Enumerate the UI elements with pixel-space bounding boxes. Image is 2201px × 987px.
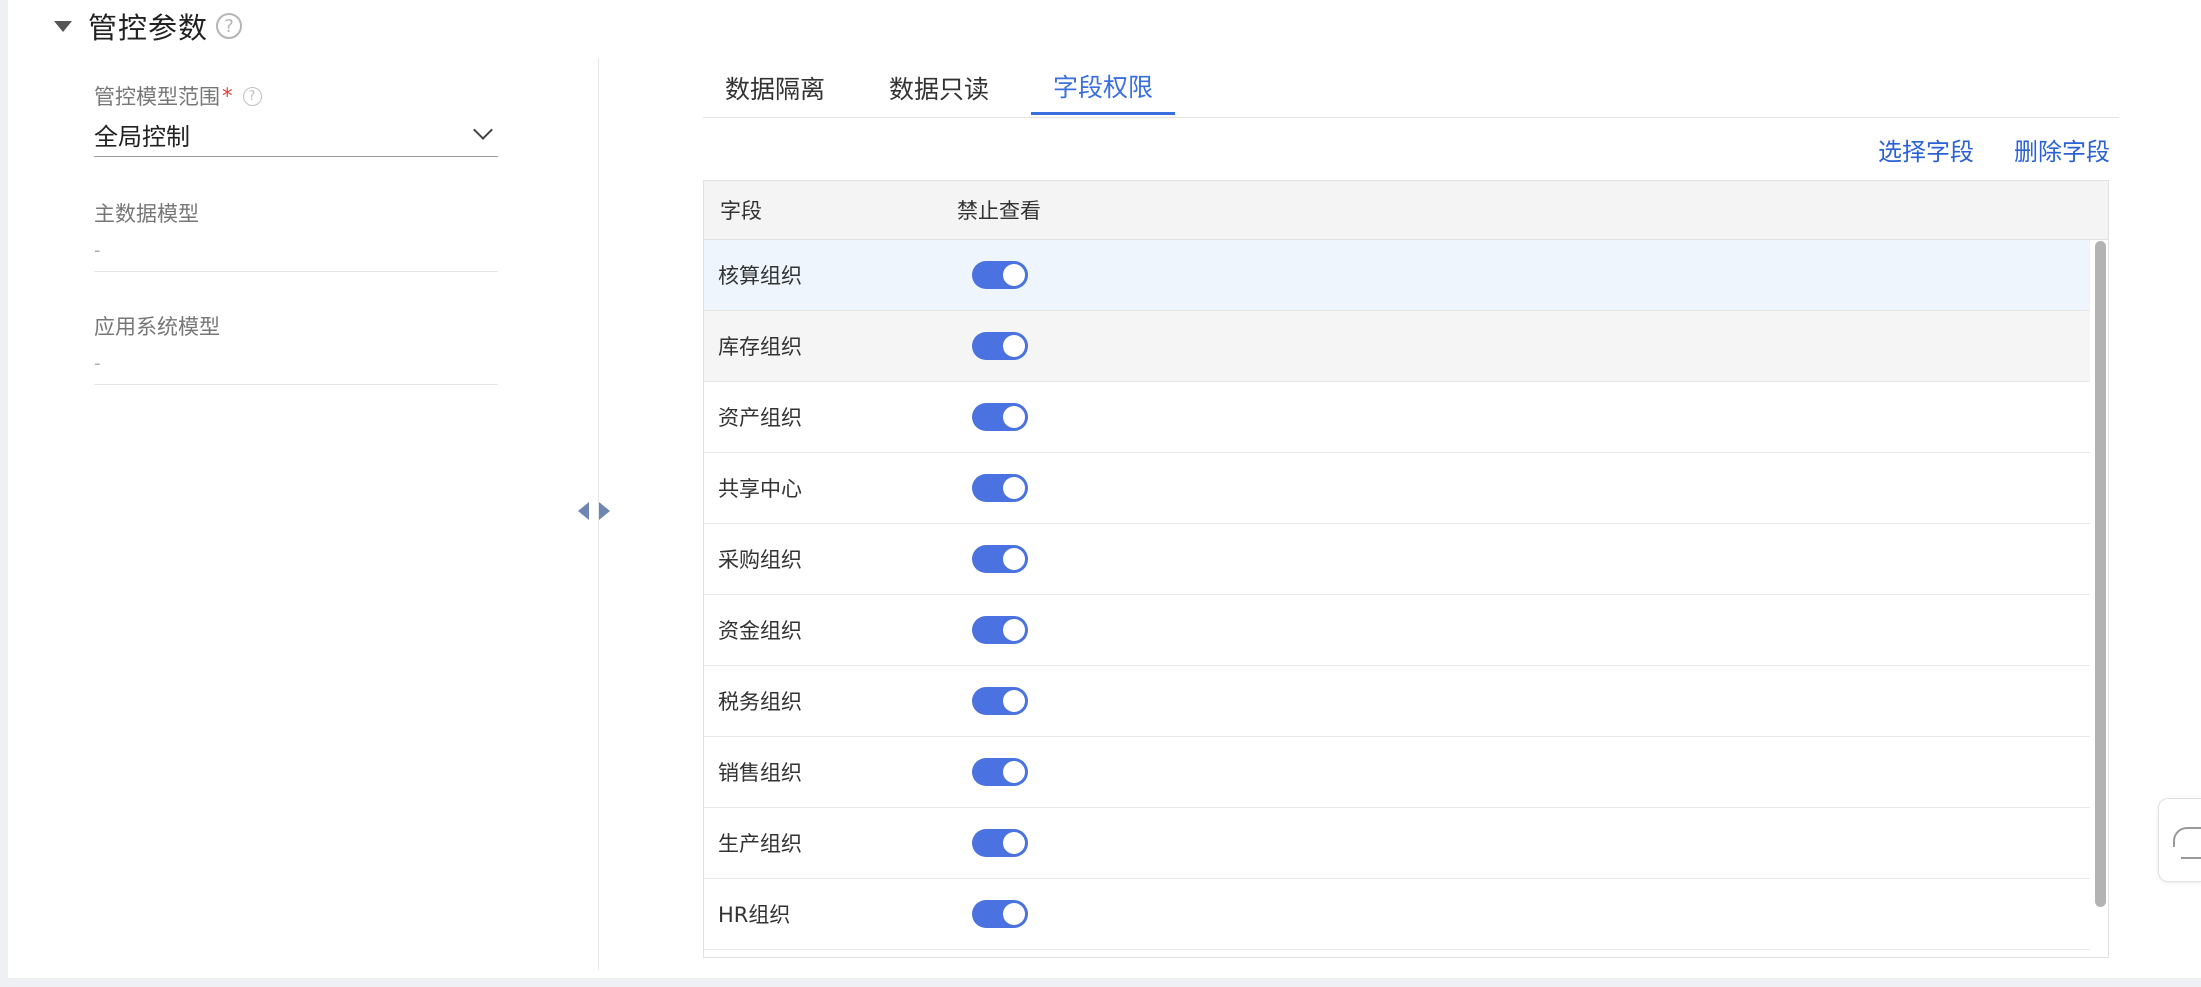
tab-data-isolation[interactable]: 数据隔离 <box>703 60 847 115</box>
field-name: 共享中心 <box>718 477 802 501</box>
toggle-knob <box>1003 264 1025 286</box>
forbid-view-toggle[interactable] <box>972 900 1028 928</box>
master-model-value: - <box>94 229 498 272</box>
forbid-view-toggle[interactable] <box>972 545 1028 573</box>
chevron-down-icon[interactable] <box>473 120 493 140</box>
toggle-knob <box>1003 548 1025 570</box>
splitter-toggle[interactable] <box>578 502 610 520</box>
table-row[interactable]: 税务组织 <box>704 666 2090 737</box>
table-row[interactable]: 共享中心 <box>704 453 2090 524</box>
table-row[interactable]: 采购组织 <box>704 524 2090 595</box>
field-name: 税务组织 <box>718 690 802 714</box>
forbid-view-toggle[interactable] <box>972 474 1028 502</box>
cloud-icon <box>2173 827 2201 847</box>
permission-tabs: 数据隔离 数据只读 字段权限 <box>703 60 2119 118</box>
field-name: 资金组织 <box>718 619 802 643</box>
table-row[interactable]: 生产组织 <box>704 808 2090 879</box>
select-field-button[interactable]: 选择字段 <box>1878 132 1974 167</box>
scope-help-icon[interactable]: ? <box>242 86 262 106</box>
field-name: 生产组织 <box>718 832 802 856</box>
field-name: 核算组织 <box>718 264 802 288</box>
table-row[interactable]: HR组织 <box>704 879 2090 950</box>
scope-select-value: 全局控制 <box>94 122 190 151</box>
floating-assistant-widget[interactable] <box>2158 798 2201 882</box>
table-row[interactable]: 资产组织 <box>704 382 2090 453</box>
toggle-knob <box>1003 690 1025 712</box>
toggle-knob <box>1003 903 1025 925</box>
forbid-view-toggle[interactable] <box>972 332 1028 360</box>
field-name: HR组织 <box>718 903 791 927</box>
header-forbid-view: 禁止查看 <box>957 199 1041 223</box>
app-model-label: 应用系统模型 <box>94 315 220 339</box>
field-name: 销售组织 <box>718 761 802 785</box>
table-actions: 选择字段 删除字段 <box>1878 132 2110 167</box>
tab-field-permission[interactable]: 字段权限 <box>1031 60 1176 115</box>
forbid-view-toggle[interactable] <box>972 829 1028 857</box>
page-panel: 管控参数 ? 管控模型范围 * ? 全局控制 主数据模型 - 应用系统模型 - … <box>8 0 2201 978</box>
expand-right-icon[interactable] <box>599 502 610 520</box>
control-form: 管控模型范围 * ? 全局控制 主数据模型 - 应用系统模型 - <box>94 80 498 385</box>
toggle-knob <box>1003 406 1025 428</box>
field-name: 资产组织 <box>718 406 802 430</box>
scope-label-text: 管控模型范围 <box>94 85 220 109</box>
collapse-caret-icon[interactable] <box>54 20 72 32</box>
app-model-value: - <box>94 342 498 385</box>
forbid-view-toggle[interactable] <box>972 687 1028 715</box>
table-row[interactable]: 资金组织 <box>704 595 2090 666</box>
table-header: 字段 禁止查看 <box>704 181 2108 240</box>
scope-label: 管控模型范围 * ? <box>94 80 498 112</box>
master-model-label: 主数据模型 <box>94 202 199 226</box>
collapse-left-icon[interactable] <box>578 502 589 520</box>
help-icon[interactable]: ? <box>216 13 243 39</box>
forbid-view-toggle[interactable] <box>972 261 1028 289</box>
toggle-knob <box>1003 761 1025 783</box>
section-header[interactable]: 管控参数 ? <box>54 6 243 46</box>
tab-data-readonly[interactable]: 数据只读 <box>867 60 1011 115</box>
forbid-view-toggle[interactable] <box>972 758 1028 786</box>
table-row[interactable]: 核算组织 <box>704 240 2090 311</box>
forbid-view-toggle[interactable] <box>972 616 1028 644</box>
table-row[interactable]: 销售组织 <box>704 737 2090 808</box>
app-model-field: 应用系统模型 - <box>94 310 498 385</box>
section-title: 管控参数 <box>88 11 209 45</box>
forbid-view-toggle[interactable] <box>972 403 1028 431</box>
table-scrollbar[interactable] <box>2095 241 2106 907</box>
field-permission-table: 字段 禁止查看 核算组织 库存组织 资产组织 共享中心 采购组织 资金组织 税务 <box>703 180 2109 958</box>
scope-select[interactable]: 全局控制 <box>94 112 498 157</box>
cloud-line-icon <box>2181 857 2201 859</box>
table-row[interactable]: 库存组织 <box>704 311 2090 382</box>
master-model-field: 主数据模型 - <box>94 197 498 272</box>
header-field: 字段 <box>720 199 762 223</box>
required-mark: * <box>222 84 233 108</box>
toggle-knob <box>1003 477 1025 499</box>
field-name: 采购组织 <box>718 548 802 572</box>
toggle-knob <box>1003 619 1025 641</box>
toggle-knob <box>1003 335 1025 357</box>
field-name: 库存组织 <box>718 335 802 359</box>
toggle-knob <box>1003 832 1025 854</box>
delete-field-button[interactable]: 删除字段 <box>2014 132 2110 167</box>
